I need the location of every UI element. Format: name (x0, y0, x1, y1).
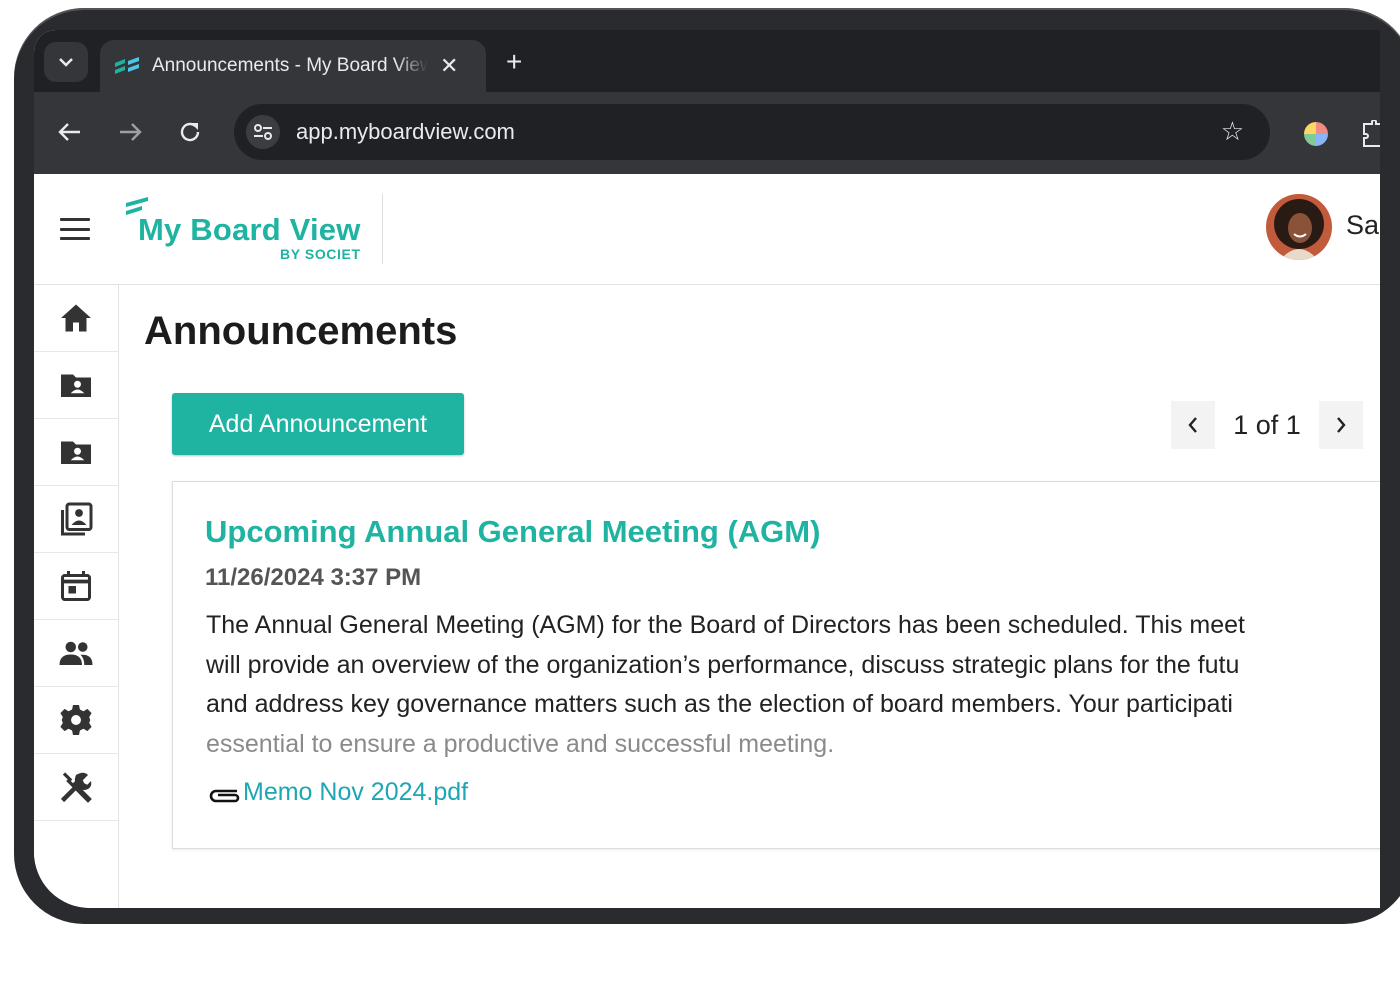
sidebar-item-settings[interactable] (34, 687, 118, 754)
new-tab-button[interactable]: + (506, 48, 522, 76)
attachment[interactable]: Memo Nov 2024.pdf (207, 778, 468, 807)
reload-button[interactable] (172, 114, 208, 150)
announcement-line: The Annual General Meeting (AGM) for the… (206, 611, 1245, 639)
arrow-left-icon (58, 123, 80, 141)
sidebar-item-people[interactable] (34, 620, 118, 687)
tab-search-button[interactable] (44, 42, 88, 82)
bookmark-star-icon[interactable]: ☆ (1221, 118, 1244, 144)
pagination: 1 of 1 (1171, 401, 1363, 449)
calendar-icon (61, 571, 91, 601)
tools-icon (60, 772, 92, 803)
attachment-link[interactable]: Memo Nov 2024.pdf (243, 778, 468, 807)
page-indicator: 1 of 1 (1233, 409, 1301, 440)
announcement-line: essential to ensure a productive and suc… (206, 729, 835, 758)
chevron-right-icon (1337, 417, 1346, 433)
folder-account-icon (61, 374, 91, 397)
previous-page-button[interactable] (1171, 401, 1215, 449)
user-avatar[interactable] (1266, 194, 1332, 260)
reload-icon (180, 122, 200, 142)
gear-icon (60, 705, 92, 735)
sidebar-item-folder-1[interactable] (34, 352, 118, 419)
main-content: Announcements Add Announcement 1 of 1 Up… (144, 285, 1380, 908)
home-icon (61, 304, 91, 332)
screen: Announcements - My Board View ✕ + ☆ (34, 30, 1380, 908)
user-name[interactable]: Sa (1346, 210, 1379, 241)
menu-hamburger-icon[interactable] (60, 218, 90, 240)
page-title: Announcements (144, 309, 458, 353)
paperclip-icon (209, 789, 240, 802)
sidebar-item-home[interactable] (34, 285, 118, 352)
logo-byline: BY SOCIET (280, 246, 361, 262)
chevron-left-icon (1188, 417, 1197, 433)
sidebar-item-calendar[interactable] (34, 553, 118, 620)
favicon-icon (115, 57, 139, 74)
logo[interactable]: My Board View BY SOCIET (124, 194, 383, 264)
url-input[interactable] (294, 118, 1198, 146)
arrow-right-icon (120, 123, 142, 141)
chevron-down-icon (59, 58, 73, 67)
next-page-button[interactable] (1319, 401, 1363, 449)
avatar-image (1266, 194, 1332, 260)
add-announcement-button[interactable]: Add Announcement (172, 393, 464, 455)
browser-toolbar: ☆ (34, 92, 1380, 174)
announcement-title[interactable]: Upcoming Annual General Meeting (AGM) (205, 514, 820, 550)
sidebar-item-tools[interactable] (34, 754, 118, 821)
announcement-card: Upcoming Annual General Meeting (AGM) 11… (172, 481, 1380, 849)
tab-title: Announcements - My Board View (152, 55, 428, 76)
announcement-line: will provide an overview of the organiza… (206, 650, 1240, 679)
announcement-body: The Annual General Meeting (AGM) for the… (206, 606, 1380, 764)
browser-tabstrip: Announcements - My Board View ✕ + (34, 30, 1380, 92)
site-info-button[interactable] (246, 115, 280, 149)
app-header: My Board View BY SOCIET Sa (34, 174, 1380, 285)
sidebar-item-directory[interactable] (34, 486, 118, 553)
announcement-line: and address key governance matters such … (206, 690, 1233, 718)
app: My Board View BY SOCIET Sa Announcements… (34, 174, 1380, 908)
logo-name: My Board View (138, 212, 361, 247)
browser-tab-active[interactable]: Announcements - My Board View ✕ (100, 40, 486, 92)
address-bar[interactable]: ☆ (234, 104, 1270, 160)
back-button[interactable] (52, 114, 88, 150)
folder-account-icon (61, 441, 91, 464)
extension-icon[interactable] (1300, 118, 1332, 150)
forward-button[interactable] (112, 114, 148, 150)
people-icon (59, 641, 93, 665)
sidebar (34, 285, 119, 908)
close-tab-icon[interactable]: ✕ (440, 55, 458, 77)
tune-icon (254, 124, 272, 140)
book-account-icon (61, 502, 93, 536)
extensions-puzzle-icon[interactable] (1360, 120, 1380, 148)
sidebar-item-folder-2[interactable] (34, 419, 118, 486)
announcement-date: 11/26/2024 3:37 PM (205, 564, 422, 591)
